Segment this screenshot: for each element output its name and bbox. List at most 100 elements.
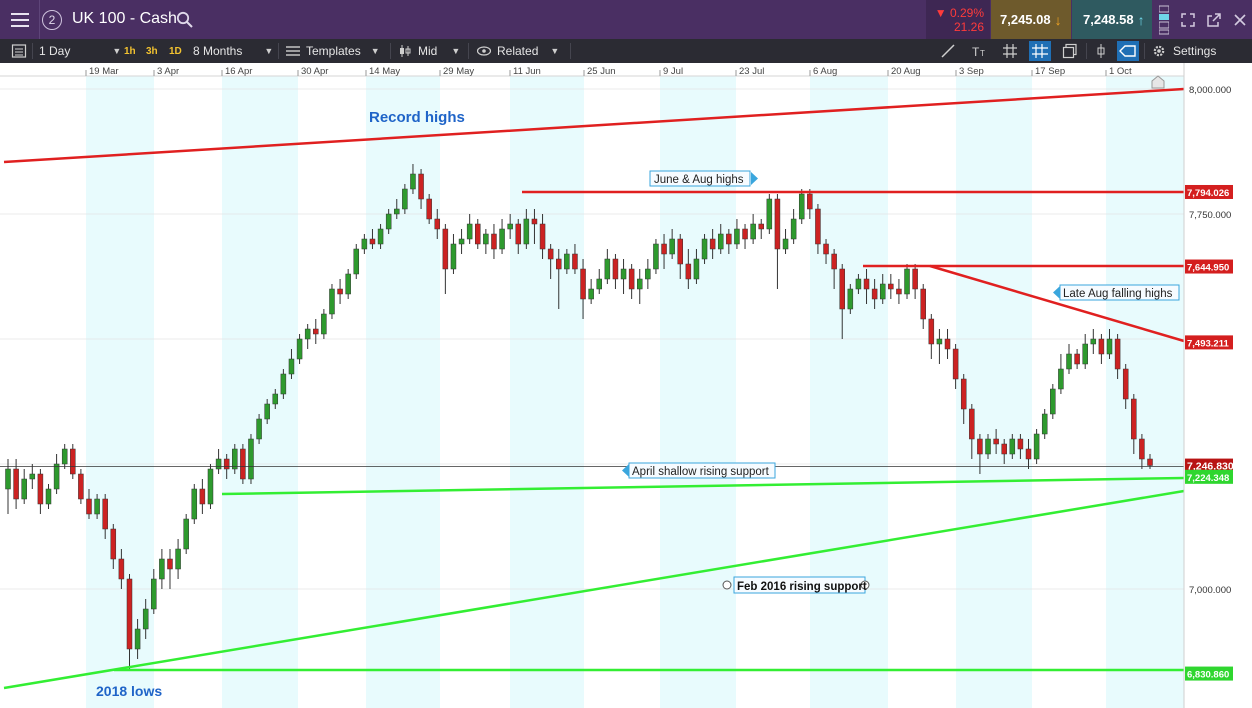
indicator-icon[interactable] <box>1093 43 1109 59</box>
depth-ladder-icon[interactable] <box>1159 5 1170 35</box>
menu-button[interactable] <box>0 0 40 39</box>
candle[interactable] <box>782 229 789 254</box>
candle[interactable] <box>458 229 465 254</box>
candle[interactable] <box>612 254 619 289</box>
chart-area[interactable]: 19 Mar 3 Apr 16 Apr 30 Apr 14 May 29 May 11 Ju… <box>0 63 1252 708</box>
search-icon[interactable] <box>176 11 194 29</box>
april-support-callout[interactable]: April shallow rising support <box>622 462 776 479</box>
candle[interactable] <box>1098 334 1105 364</box>
candle[interactable] <box>742 224 748 249</box>
candle[interactable] <box>1090 329 1097 354</box>
candle[interactable] <box>321 309 327 339</box>
candle[interactable] <box>888 274 894 299</box>
candle[interactable] <box>766 194 773 234</box>
candle[interactable] <box>491 224 497 259</box>
alert-tag-icon[interactable] <box>1117 41 1139 61</box>
candle[interactable] <box>167 549 173 589</box>
crosshair-icon[interactable] <box>1029 41 1051 61</box>
candle[interactable] <box>758 219 764 239</box>
price-level-tag[interactable]: 7,493.211 <box>1185 335 1233 350</box>
candle[interactable] <box>604 249 611 284</box>
close-icon[interactable] <box>1233 13 1247 27</box>
candle[interactable] <box>483 229 489 254</box>
candle[interactable] <box>450 234 457 274</box>
quick-3h-button[interactable]: 3h <box>146 39 158 63</box>
grid-icon[interactable] <box>1002 43 1018 59</box>
draw-line-icon[interactable] <box>940 43 956 59</box>
price-chart[interactable]: 19 Mar 3 Apr 16 Apr 30 Apr 14 May 29 May 11 Ju… <box>0 63 1252 708</box>
sell-price-button[interactable]: 7,245.08 ↓ <box>991 0 1071 39</box>
candle[interactable] <box>207 464 214 509</box>
candle[interactable] <box>240 444 246 484</box>
candle[interactable] <box>353 244 360 279</box>
candle[interactable] <box>912 264 918 299</box>
candle[interactable] <box>596 269 602 294</box>
candle[interactable] <box>337 279 343 304</box>
candle[interactable] <box>61 444 68 469</box>
candle[interactable] <box>620 259 627 294</box>
candle[interactable] <box>215 449 222 474</box>
feb-2016-support-callout[interactable]: Feb 2016 rising support <box>722 576 870 594</box>
candle[interactable] <box>37 469 44 514</box>
price-level-tag[interactable]: 7,224.348 <box>1185 469 1233 484</box>
candle[interactable] <box>175 539 181 579</box>
candle[interactable] <box>329 284 335 319</box>
candle[interactable] <box>53 454 60 494</box>
price-level-tag[interactable]: 7,644.950 <box>1185 259 1233 274</box>
candle[interactable] <box>248 434 254 484</box>
candle[interactable] <box>70 444 76 479</box>
candle[interactable] <box>345 269 351 299</box>
expand-icon[interactable] <box>1180 12 1196 28</box>
candle[interactable] <box>636 269 643 304</box>
candle[interactable] <box>645 259 651 289</box>
quick-1d-button[interactable]: 1D <box>169 39 182 63</box>
june-aug-highs-callout[interactable]: June & Aug highs <box>649 170 758 187</box>
templates-dropdown[interactable]: Templates ▼ <box>286 39 380 63</box>
candle[interactable] <box>774 194 781 289</box>
candle[interactable] <box>928 314 935 359</box>
candle[interactable] <box>1033 429 1040 464</box>
candle[interactable] <box>896 279 902 304</box>
candle[interactable] <box>1066 344 1072 374</box>
candle[interactable] <box>588 279 594 304</box>
candle[interactable] <box>1041 409 1048 439</box>
candle[interactable] <box>21 469 27 504</box>
layers-icon[interactable] <box>1062 43 1078 59</box>
candle[interactable] <box>944 329 951 359</box>
candle[interactable] <box>1050 384 1056 419</box>
candle[interactable] <box>45 484 52 509</box>
candle[interactable] <box>920 284 926 329</box>
candle[interactable] <box>78 469 84 504</box>
candle[interactable] <box>183 514 189 554</box>
range-dropdown[interactable]: 8 Months ▼ <box>193 39 273 63</box>
candle[interactable] <box>653 239 659 274</box>
candle[interactable] <box>466 214 473 244</box>
candle[interactable] <box>904 264 910 299</box>
workspace-count-badge[interactable]: 2 <box>42 10 62 30</box>
text-tool-icon[interactable]: TT <box>971 43 987 59</box>
candle[interactable] <box>499 219 505 254</box>
candle[interactable] <box>313 319 319 344</box>
candle[interactable] <box>750 214 756 244</box>
candle[interactable] <box>1058 354 1064 394</box>
candle[interactable] <box>475 219 481 249</box>
buy-price-button[interactable]: 7,248.58 ↑ <box>1072 0 1152 39</box>
candle[interactable] <box>159 549 165 589</box>
candle[interactable] <box>304 324 311 349</box>
price-type-dropdown[interactable]: Mid ▼ <box>398 39 460 63</box>
candle[interactable] <box>628 264 635 299</box>
popout-icon[interactable] <box>1206 12 1222 28</box>
related-dropdown[interactable]: Related ▼ <box>477 39 559 63</box>
candle[interactable] <box>442 224 449 294</box>
candle[interactable] <box>199 479 206 514</box>
candle[interactable] <box>5 459 11 514</box>
candle[interactable] <box>798 189 805 224</box>
panel-list-icon[interactable] <box>11 43 27 59</box>
interval-dropdown[interactable]: 1 Day ▼ <box>39 39 121 63</box>
candle[interactable] <box>936 329 943 364</box>
candle[interactable] <box>29 464 36 489</box>
price-level-tag[interactable]: 6,830.860 <box>1185 666 1233 681</box>
quick-1h-button[interactable]: 1h <box>124 39 136 63</box>
candle[interactable] <box>191 484 198 524</box>
price-level-tag[interactable]: 7,794.026 <box>1185 184 1233 199</box>
